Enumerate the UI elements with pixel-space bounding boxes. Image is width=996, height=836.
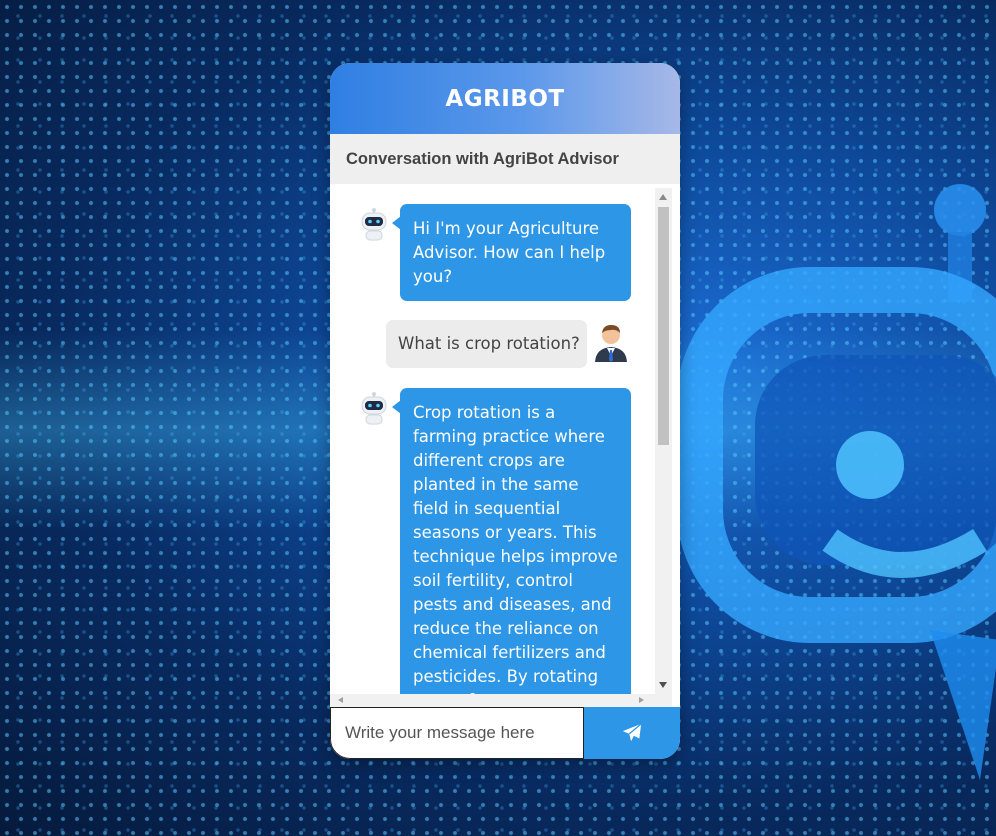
chat-header: AGRIBOT [330,63,680,134]
conversation-title-bar: Conversation with AgriBot Advisor [330,134,680,184]
horizontal-scrollbar[interactable] [330,694,672,707]
chat-window: AGRIBOT Conversation with AgriBot Adviso… [330,63,680,759]
scroll-right-arrow-icon[interactable] [639,697,644,703]
send-icon [622,723,642,742]
scrollbar-thumb[interactable] [658,207,669,445]
app-title: AGRIBOT [445,85,565,112]
robot-avatar-icon [361,208,387,241]
message-composer [330,707,680,759]
background-robot-illustration [680,184,996,780]
message-list[interactable]: Hi I'm your Agriculture Advisor. How can… [330,184,655,694]
robot-avatar-icon [361,392,387,425]
send-button[interactable] [584,707,680,759]
bot-message: Hi I'm your Agriculture Advisor. How can… [392,204,631,301]
bot-message: Crop rotation is a farming practice wher… [392,388,631,694]
scroll-up-arrow-icon[interactable] [659,194,667,200]
scroll-left-arrow-icon[interactable] [338,697,343,703]
vertical-scrollbar[interactable] [655,188,672,694]
user-avatar-icon [595,325,627,362]
scroll-down-arrow-icon[interactable] [659,682,667,688]
message-input[interactable] [330,707,584,759]
user-message: What is crop rotation? [386,320,587,368]
chat-body[interactable]: Hi I'm your Agriculture Advisor. How can… [330,184,680,707]
conversation-title: Conversation with AgriBot Advisor [346,149,619,168]
